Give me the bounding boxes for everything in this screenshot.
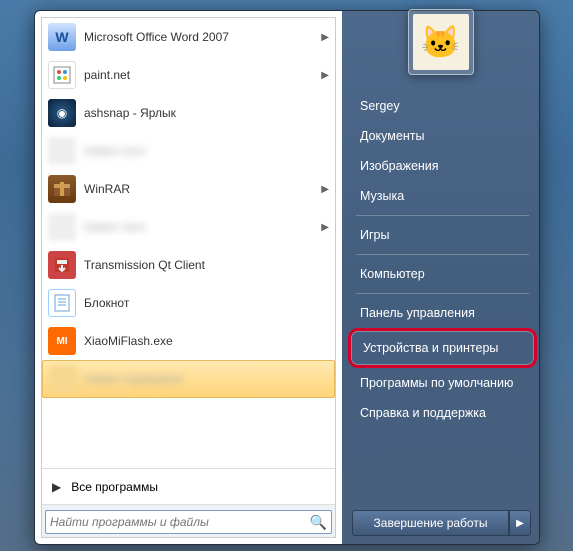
program-item-ashsnap[interactable]: ◉ ashsnap - Ярлык	[42, 94, 335, 132]
shutdown-row: Завершение работы ▶	[352, 510, 531, 536]
search-box[interactable]: 🔍	[45, 510, 332, 534]
hidden-icon	[48, 213, 76, 241]
xiaomi-icon: MI	[48, 327, 76, 355]
transmission-icon	[48, 251, 76, 279]
program-item-hidden[interactable]: hidden item	[42, 132, 335, 170]
program-item-paintnet[interactable]: paint.net ▶	[42, 56, 335, 94]
documents-link[interactable]: Документы	[352, 121, 533, 151]
notepad-icon	[48, 289, 76, 317]
program-item-hidden-highlighted[interactable]: hidden highlighted	[42, 360, 335, 398]
program-item-word[interactable]: W Microsoft Office Word 2007 ▶	[42, 18, 335, 56]
submenu-arrow-icon: ▶	[321, 70, 329, 81]
program-label: ashsnap - Ярлык	[84, 106, 329, 120]
paintnet-icon	[48, 61, 76, 89]
search-icon[interactable]: 🔍	[310, 514, 327, 531]
program-label: WinRAR	[84, 182, 317, 196]
program-item-hidden[interactable]: hidden item ▶	[42, 208, 335, 246]
right-menu-list: Sergey Документы Изображения Музыка Игры…	[352, 91, 533, 428]
right-panel: 🐱 Sergey Документы Изображения Музыка Иг…	[342, 11, 539, 544]
separator	[356, 254, 529, 255]
ashsnap-icon: ◉	[48, 99, 76, 127]
separator	[356, 293, 529, 294]
program-label: hidden item	[84, 220, 317, 234]
hidden-icon	[49, 365, 77, 393]
hidden-icon	[48, 137, 76, 165]
devices-printers-link[interactable]: Устройства и принтеры	[355, 333, 530, 363]
music-link[interactable]: Музыка	[352, 181, 533, 211]
program-item-xiaomiflash[interactable]: MI XiaoMiFlash.exe	[42, 322, 335, 360]
user-avatar-frame[interactable]: 🐱	[408, 9, 474, 75]
recent-programs-list: W Microsoft Office Word 2007 ▶ paint.net…	[41, 17, 336, 468]
chevron-right-icon: ▶	[52, 480, 61, 494]
winrar-icon	[48, 175, 76, 203]
program-label: hidden item	[84, 144, 329, 158]
search-row: 🔍	[41, 504, 336, 538]
user-folder-link[interactable]: Sergey	[352, 91, 533, 121]
pictures-link[interactable]: Изображения	[352, 151, 533, 181]
all-programs-button[interactable]: ▶ Все программы	[41, 468, 336, 504]
games-link[interactable]: Игры	[352, 220, 533, 250]
search-input[interactable]	[50, 515, 310, 529]
left-panel: W Microsoft Office Word 2007 ▶ paint.net…	[35, 11, 342, 544]
submenu-arrow-icon: ▶	[321, 184, 329, 195]
program-label: Блокнот	[84, 296, 329, 310]
program-item-winrar[interactable]: WinRAR ▶	[42, 170, 335, 208]
highlight-ring: Устройства и принтеры	[348, 328, 537, 368]
shutdown-button[interactable]: Завершение работы	[352, 510, 509, 536]
program-label: Transmission Qt Client	[84, 258, 329, 272]
default-programs-link[interactable]: Программы по умолчанию	[352, 368, 533, 398]
program-label: Microsoft Office Word 2007	[84, 30, 317, 44]
program-label: XiaoMiFlash.exe	[84, 334, 329, 348]
start-menu: W Microsoft Office Word 2007 ▶ paint.net…	[34, 10, 540, 545]
computer-link[interactable]: Компьютер	[352, 259, 533, 289]
user-avatar: 🐱	[413, 14, 469, 70]
program-label: paint.net	[84, 68, 317, 82]
shutdown-options-button[interactable]: ▶	[509, 510, 531, 536]
separator	[356, 215, 529, 216]
all-programs-label: Все программы	[71, 480, 158, 494]
submenu-arrow-icon: ▶	[321, 32, 329, 43]
program-item-notepad[interactable]: Блокнот	[42, 284, 335, 322]
program-label: hidden highlighted	[85, 372, 328, 386]
program-item-transmission[interactable]: Transmission Qt Client	[42, 246, 335, 284]
word-icon: W	[48, 23, 76, 51]
help-support-link[interactable]: Справка и поддержка	[352, 398, 533, 428]
submenu-arrow-icon: ▶	[321, 222, 329, 233]
control-panel-link[interactable]: Панель управления	[352, 298, 533, 328]
